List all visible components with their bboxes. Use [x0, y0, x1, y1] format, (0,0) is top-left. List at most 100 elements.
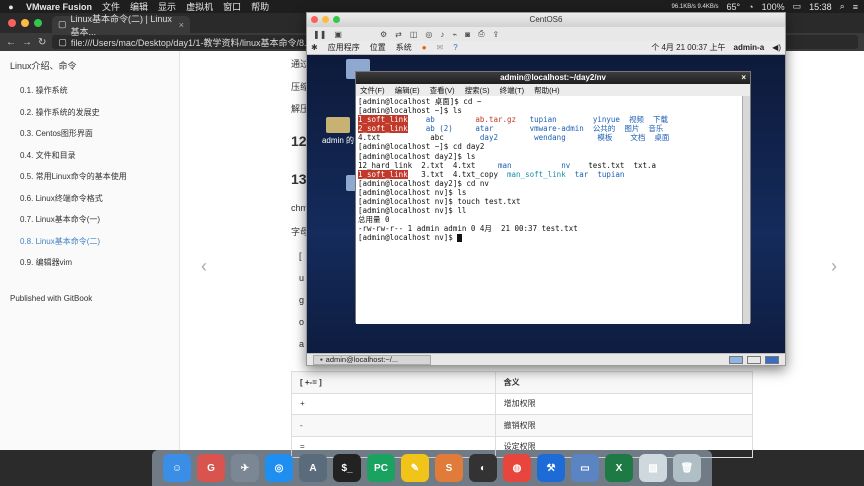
minimize-dot[interactable]: [21, 19, 29, 27]
gnome-user[interactable]: admin-a: [734, 43, 765, 52]
reload-icon[interactable]: ↻: [38, 37, 46, 48]
menu-window[interactable]: 窗口: [223, 0, 241, 13]
snapshot-icon[interactable]: ▣: [334, 30, 342, 39]
sidebar-title[interactable]: Linux介绍、命令: [0, 51, 179, 80]
dock-sublime-icon[interactable]: S: [435, 454, 463, 482]
dock-gitkraken-icon[interactable]: G: [197, 454, 225, 482]
share-icon[interactable]: ⇪: [492, 30, 499, 39]
workspace-1[interactable]: [729, 355, 743, 364]
sidebar-item-01[interactable]: 0.1. 操作系统: [0, 80, 179, 102]
terminal-text: 模板: [597, 133, 631, 143]
settings-icon[interactable]: ⚙: [380, 30, 387, 39]
terminal-menu-edit[interactable]: 编辑(E): [395, 85, 420, 96]
taskbar-terminal-item[interactable]: ▪ admin@localhost:~/...: [313, 354, 431, 365]
terminal-text: 图片: [624, 124, 649, 134]
dock-chrome-icon[interactable]: ◍: [503, 454, 531, 482]
camera-icon[interactable]: ◙: [465, 30, 470, 39]
terminal-text: 1_soft_link: [358, 169, 408, 179]
terminal-menu-view[interactable]: 查看(V): [430, 85, 455, 96]
terminal-text: [admin@localhost nv]$ ls: [358, 187, 467, 197]
dock-finder-icon[interactable]: ☺: [163, 454, 191, 482]
app-name[interactable]: VMware Fusion: [26, 2, 92, 12]
published-link[interactable]: Published with GitBook: [10, 294, 92, 303]
dock-launchpad-icon[interactable]: ✈: [231, 454, 259, 482]
permission-table: [ +-= ] 含义 + 增加权限 - 撤销权限 = 设定权限: [291, 371, 754, 458]
dock-textedit-icon[interactable]: ✎: [401, 454, 429, 482]
workspace-3[interactable]: [765, 355, 779, 364]
sidebar-item-05[interactable]: 0.5. 常用Linux命令的基本使用: [0, 166, 179, 188]
pause-icon[interactable]: ❚❚: [313, 30, 326, 39]
workspace-2[interactable]: [747, 355, 761, 364]
apple-icon[interactable]: ●: [6, 2, 16, 12]
tab-close-icon[interactable]: ×: [179, 20, 184, 30]
cd-icon[interactable]: ◎: [425, 30, 432, 39]
terminal-menu: 文件(F) 编辑(E) 查看(V) 搜索(S) 终端(T) 帮助(H): [356, 84, 750, 96]
gnome-menu-system[interactable]: 系统: [396, 42, 412, 53]
terminal-menu-file[interactable]: 文件(F): [360, 85, 385, 96]
network-icon[interactable]: ⇄: [395, 30, 402, 39]
status-area: 96.1KB/s 9.4KB/s 65° ◔ 100% ▭ 15:38 ⌕ ≡: [672, 1, 858, 12]
dock-xcode-icon[interactable]: ⚒: [537, 454, 565, 482]
terminal-menu-terminal[interactable]: 终端(T): [500, 85, 525, 96]
terminal-window[interactable]: admin@localhost:~/day2/nv × 文件(F) 编辑(E) …: [355, 71, 751, 324]
terminal-text: 下载: [652, 115, 668, 125]
sidebar-item-09[interactable]: 0.9. 编辑器vim: [0, 252, 179, 274]
gnome-status: 个 4月 21 00:37 上午 admin-a ◀): [651, 42, 781, 53]
mail-icon[interactable]: ✉: [437, 43, 444, 52]
usb-icon[interactable]: ⌁: [452, 30, 457, 39]
dock-fusion-icon[interactable]: ◐: [469, 454, 497, 482]
vm-zoom-dot[interactable]: [333, 16, 340, 23]
help-icon[interactable]: ?: [453, 43, 457, 52]
gnome-foot-icon[interactable]: ✱: [311, 43, 318, 52]
menu-help[interactable]: 帮助: [251, 0, 269, 13]
prev-page-icon[interactable]: ‹: [201, 256, 207, 277]
vm-close-dot[interactable]: [311, 16, 318, 23]
dock-excel-icon[interactable]: X: [605, 454, 633, 482]
sidebar-item-04[interactable]: 0.4. 文件和目录: [0, 145, 179, 167]
sound-icon[interactable]: ♪: [440, 30, 444, 39]
firefox-icon[interactable]: ●: [422, 43, 427, 52]
dock-pycharm-icon[interactable]: PC: [367, 454, 395, 482]
volume-icon[interactable]: ◀): [772, 43, 781, 52]
terminal-screen[interactable]: [admin@localhost 桌面]$ cd ~ [admin@localho…: [356, 96, 744, 324]
terminal-menu-help[interactable]: 帮助(H): [534, 85, 559, 96]
gnome-clock[interactable]: 个 4月 21 00:37 上午: [651, 42, 725, 53]
dock-vmware-icon[interactable]: ▭: [571, 454, 599, 482]
gnome-menu-places[interactable]: 位置: [370, 42, 386, 53]
clock[interactable]: 15:38: [809, 2, 832, 12]
dock-preview-icon[interactable]: ▨: [639, 454, 667, 482]
page-info-icon[interactable]: ▢: [58, 37, 67, 48]
terminal-scrollbar[interactable]: [742, 96, 750, 324]
browser-tab[interactable]: ▢ Linux基本命令(二) | Linux基本... ×: [52, 14, 190, 37]
menu-vm[interactable]: 虚拟机: [186, 0, 213, 13]
notification-icon[interactable]: ≡: [853, 2, 858, 12]
disk-icon[interactable]: ◫: [410, 30, 418, 39]
dock-atom-icon[interactable]: A: [299, 454, 327, 482]
zoom-dot[interactable]: [34, 19, 42, 27]
terminal-text: 2_soft_link: [358, 124, 408, 134]
sidebar-item-03[interactable]: 0.3. Centos图形界面: [0, 123, 179, 145]
close-dot[interactable]: [8, 19, 16, 27]
next-page-icon[interactable]: ›: [831, 256, 837, 277]
sidebar-item-08[interactable]: 0.8. Linux基本命令(二): [0, 231, 179, 253]
back-icon[interactable]: ←: [6, 37, 16, 48]
sidebar-item-06[interactable]: 0.6. Linux终端命令格式: [0, 188, 179, 210]
dock-trash-icon[interactable]: 🗑: [673, 454, 701, 482]
dock-safari-icon[interactable]: ◎: [265, 454, 293, 482]
terminal-menu-search[interactable]: 搜索(S): [465, 85, 490, 96]
printer-icon[interactable]: ⎙: [478, 29, 484, 39]
terminal-text: 4.txt: [358, 133, 408, 143]
vm-minimize-dot[interactable]: [322, 16, 329, 23]
close-icon[interactable]: ×: [741, 72, 746, 84]
sidebar-item-07[interactable]: 0.7. Linux基本命令(一): [0, 209, 179, 231]
wifi-icon[interactable]: ◔: [748, 2, 753, 12]
sidebar-item-02[interactable]: 0.2. 操作系统的发展史: [0, 102, 179, 124]
tab-title: Linux基本命令(二) | Linux基本...: [70, 13, 172, 37]
search-icon[interactable]: ⌕: [840, 1, 845, 12]
desktop-icon-home[interactable]: admin 的: [321, 117, 355, 146]
battery-icon[interactable]: ▭: [793, 1, 802, 12]
gnome-menu-apps[interactable]: 应用程序: [328, 42, 360, 53]
table-cell: o: [299, 317, 305, 327]
dock-terminal-icon[interactable]: $_: [333, 454, 361, 482]
forward-icon[interactable]: →: [22, 37, 32, 48]
